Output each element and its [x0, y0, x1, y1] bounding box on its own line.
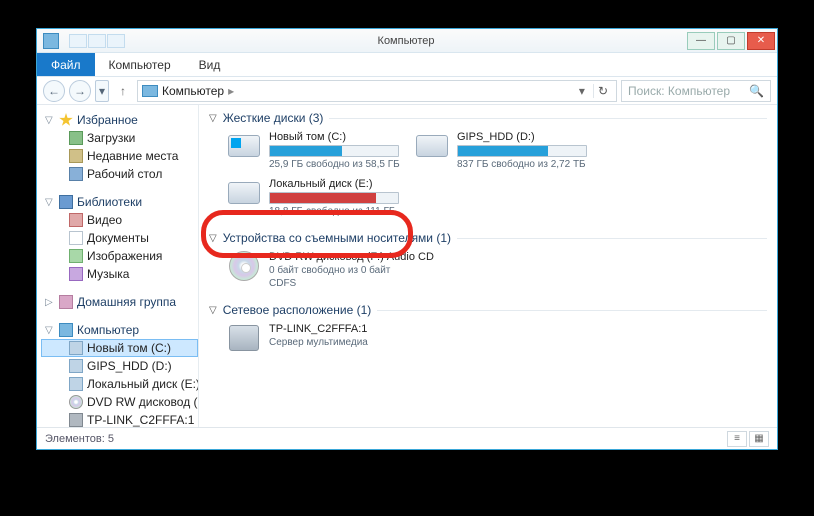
- chevron-down-icon[interactable]: ▽: [209, 113, 217, 124]
- sidebar-item-downloads[interactable]: Загрузки: [41, 129, 198, 147]
- cd-icon: [69, 395, 83, 409]
- close-button[interactable]: ✕: [747, 32, 775, 50]
- usage-bar: [269, 192, 399, 204]
- drive-c[interactable]: Новый том (C:) 25,9 ГБ свободно из 58,5 …: [225, 129, 405, 172]
- up-button[interactable]: ↑: [113, 81, 133, 101]
- app-icon: [43, 33, 59, 49]
- drive-icon: [69, 359, 83, 373]
- drive-icon: [69, 341, 83, 355]
- sidebar-item-documents[interactable]: Документы: [41, 229, 198, 247]
- sidebar-item-music[interactable]: Музыка: [41, 265, 198, 283]
- drive-free-text: 837 ГБ свободно из 2,72 ТБ: [457, 159, 591, 170]
- chevron-down-icon[interactable]: ▽: [45, 115, 55, 126]
- sidebar-homegroup[interactable]: ▷Домашняя группа: [41, 293, 198, 311]
- device-desc: Сервер мультимедиа: [269, 337, 403, 348]
- drive-name: DVD RW дисковод (F:) Audio CD: [269, 251, 443, 263]
- computer-icon: [59, 323, 73, 337]
- tab-computer[interactable]: Компьютер: [95, 53, 185, 76]
- tab-view[interactable]: Вид: [185, 53, 235, 76]
- desktop-icon: [69, 167, 83, 181]
- usage-bar: [457, 145, 587, 157]
- sidebar-favorites[interactable]: ▽Избранное: [41, 111, 198, 129]
- server-icon: [229, 325, 259, 351]
- item-count: Элементов: 5: [45, 433, 114, 445]
- chevron-down-icon[interactable]: ▽: [45, 325, 55, 336]
- sidebar-item-recent[interactable]: Недавние места: [41, 147, 198, 165]
- forward-button[interactable]: →: [69, 80, 91, 102]
- drive-d[interactable]: GIPS_HDD (D:) 837 ГБ свободно из 2,72 ТБ: [413, 129, 593, 172]
- view-icons-button[interactable]: ▦: [749, 431, 769, 447]
- drive-free-text: 18,8 ГБ свободно из 111 ГБ: [269, 206, 403, 217]
- video-icon: [69, 213, 83, 227]
- document-icon: [69, 231, 83, 245]
- sidebar-item-videos[interactable]: Видео: [41, 211, 198, 229]
- network-tplink[interactable]: TP-LINK_C2FFFA:1 Сервер мультимедиа: [225, 321, 405, 355]
- maximize-button[interactable]: ▢: [717, 32, 745, 50]
- refresh-button[interactable]: ↻: [593, 84, 612, 98]
- chevron-right-icon[interactable]: ▷: [45, 297, 55, 308]
- sidebar-item-drive-d[interactable]: GIPS_HDD (D:): [41, 357, 198, 375]
- chevron-down-icon[interactable]: ▽: [209, 305, 217, 316]
- section-hard-disks[interactable]: ▽Жесткие диски (3): [199, 109, 777, 127]
- sidebar-item-tplink[interactable]: TP-LINK_C2FFFA:1: [41, 411, 198, 427]
- address-bar[interactable]: Компьютер ▸ ▾ ↻: [137, 80, 617, 102]
- section-removable[interactable]: ▽Устройства со съемными носителями (1): [199, 229, 777, 247]
- star-icon: [59, 113, 73, 127]
- drive-name: Локальный диск (E:): [269, 178, 403, 190]
- pictures-icon: [69, 249, 83, 263]
- drive-icon: [69, 377, 83, 391]
- navigation-pane[interactable]: ▽Избранное Загрузки Недавние места Рабоч…: [37, 105, 199, 427]
- view-details-button[interactable]: ≡: [727, 431, 747, 447]
- history-dropdown[interactable]: ▾: [95, 80, 109, 102]
- sidebar-item-desktop[interactable]: Рабочий стол: [41, 165, 198, 183]
- back-button[interactable]: ←: [43, 80, 65, 102]
- device-name: TP-LINK_C2FFFA:1: [269, 323, 403, 335]
- sidebar-item-dvd[interactable]: DVD RW дисковод (: [41, 393, 198, 411]
- quick-access-toolbar[interactable]: [69, 34, 125, 48]
- ribbon-tabs: Файл Компьютер Вид: [37, 53, 777, 77]
- content-pane[interactable]: ▽Жесткие диски (3) Новый том (C:) 25,9 Г…: [199, 105, 777, 427]
- breadcrumb-computer[interactable]: Компьютер: [162, 84, 224, 98]
- title-bar[interactable]: Компьютер — ▢ ✕: [37, 29, 777, 53]
- drive-name: Новый том (C:): [269, 131, 403, 143]
- cd-icon: [229, 251, 259, 281]
- minimize-button[interactable]: —: [687, 32, 715, 50]
- music-icon: [69, 267, 83, 281]
- sidebar-item-drive-e[interactable]: Локальный диск (E:): [41, 375, 198, 393]
- explorer-window: Компьютер — ▢ ✕ Файл Компьютер Вид ← → ▾…: [36, 28, 778, 450]
- drive-free-text: 25,9 ГБ свободно из 58,5 ГБ: [269, 159, 403, 170]
- address-bar-row: ← → ▾ ↑ Компьютер ▸ ▾ ↻ Поиск: Компьютер…: [37, 77, 777, 105]
- sidebar-libraries[interactable]: ▽Библиотеки: [41, 193, 198, 211]
- sidebar-item-pictures[interactable]: Изображения: [41, 247, 198, 265]
- downloads-icon: [69, 131, 83, 145]
- drive-filesystem: CDFS: [269, 278, 443, 289]
- tab-file[interactable]: Файл: [37, 53, 95, 76]
- sidebar-item-drive-c[interactable]: Новый том (C:): [41, 339, 198, 357]
- drive-dvd[interactable]: DVD RW дисковод (F:) Audio CD 0 байт сво…: [225, 249, 445, 291]
- drive-e[interactable]: Локальный диск (E:) 18,8 ГБ свободно из …: [225, 176, 405, 219]
- recent-icon: [69, 149, 83, 163]
- libraries-icon: [59, 195, 73, 209]
- search-input[interactable]: Поиск: Компьютер 🔍: [621, 80, 771, 102]
- drive-icon: [228, 135, 260, 157]
- server-icon: [69, 413, 83, 427]
- search-icon: 🔍: [749, 84, 764, 98]
- drive-icon: [416, 135, 448, 157]
- chevron-down-icon[interactable]: ▽: [209, 233, 217, 244]
- computer-icon: [142, 85, 158, 97]
- section-network[interactable]: ▽Сетевое расположение (1): [199, 301, 777, 319]
- usage-bar: [269, 145, 399, 157]
- window-title: Компьютер: [125, 35, 687, 47]
- chevron-right-icon[interactable]: ▸: [228, 84, 234, 98]
- search-placeholder: Поиск: Компьютер: [628, 84, 730, 98]
- status-bar: Элементов: 5 ≡ ▦: [37, 427, 777, 449]
- chevron-down-icon[interactable]: ▽: [45, 197, 55, 208]
- sidebar-computer[interactable]: ▽Компьютер: [41, 321, 198, 339]
- address-dropdown[interactable]: ▾: [575, 84, 589, 98]
- homegroup-icon: [59, 295, 73, 309]
- drive-name: GIPS_HDD (D:): [457, 131, 591, 143]
- drive-icon: [228, 182, 260, 204]
- drive-free-text: 0 байт свободно из 0 байт: [269, 265, 443, 276]
